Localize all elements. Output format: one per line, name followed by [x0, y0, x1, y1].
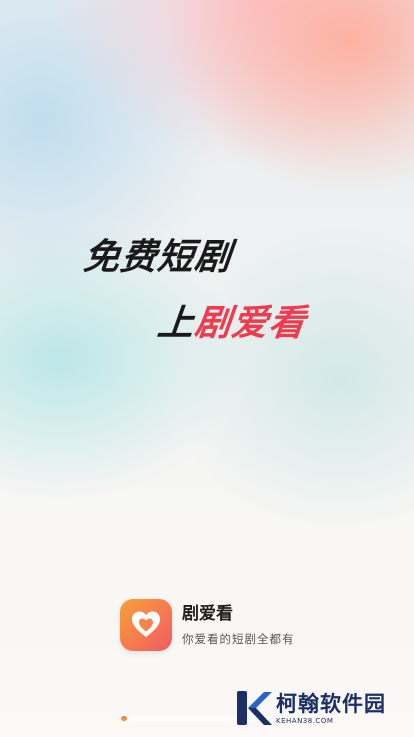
- slogan-app-name: 剧爱看: [192, 303, 308, 344]
- brand-text: 剧爱看 你爱看的短剧全都有: [182, 603, 295, 647]
- brand-name: 剧爱看: [182, 604, 233, 624]
- kehan-k-logo-icon: [237, 691, 272, 725]
- slogan-line-1: 免费短剧: [81, 237, 234, 278]
- loading-progress-fill: [121, 716, 127, 721]
- watermark-text: 柯翰软件园 KEHAN38.COM: [276, 692, 386, 725]
- slogan-line-2: 上剧爱看: [155, 294, 308, 346]
- watermark-title: 柯翰软件园: [276, 691, 386, 716]
- watermark: 柯翰软件园 KEHAN38.COM: [234, 688, 386, 728]
- slogan-prefix: 上: [155, 303, 197, 344]
- app-icon: [120, 599, 172, 651]
- watermark-url: KEHAN38.COM: [276, 716, 334, 725]
- brand-block: 剧爱看 你爱看的短剧全都有: [120, 599, 295, 651]
- heart-icon: [132, 611, 160, 637]
- brand-tagline: 你爱看的短剧全都有: [182, 632, 295, 646]
